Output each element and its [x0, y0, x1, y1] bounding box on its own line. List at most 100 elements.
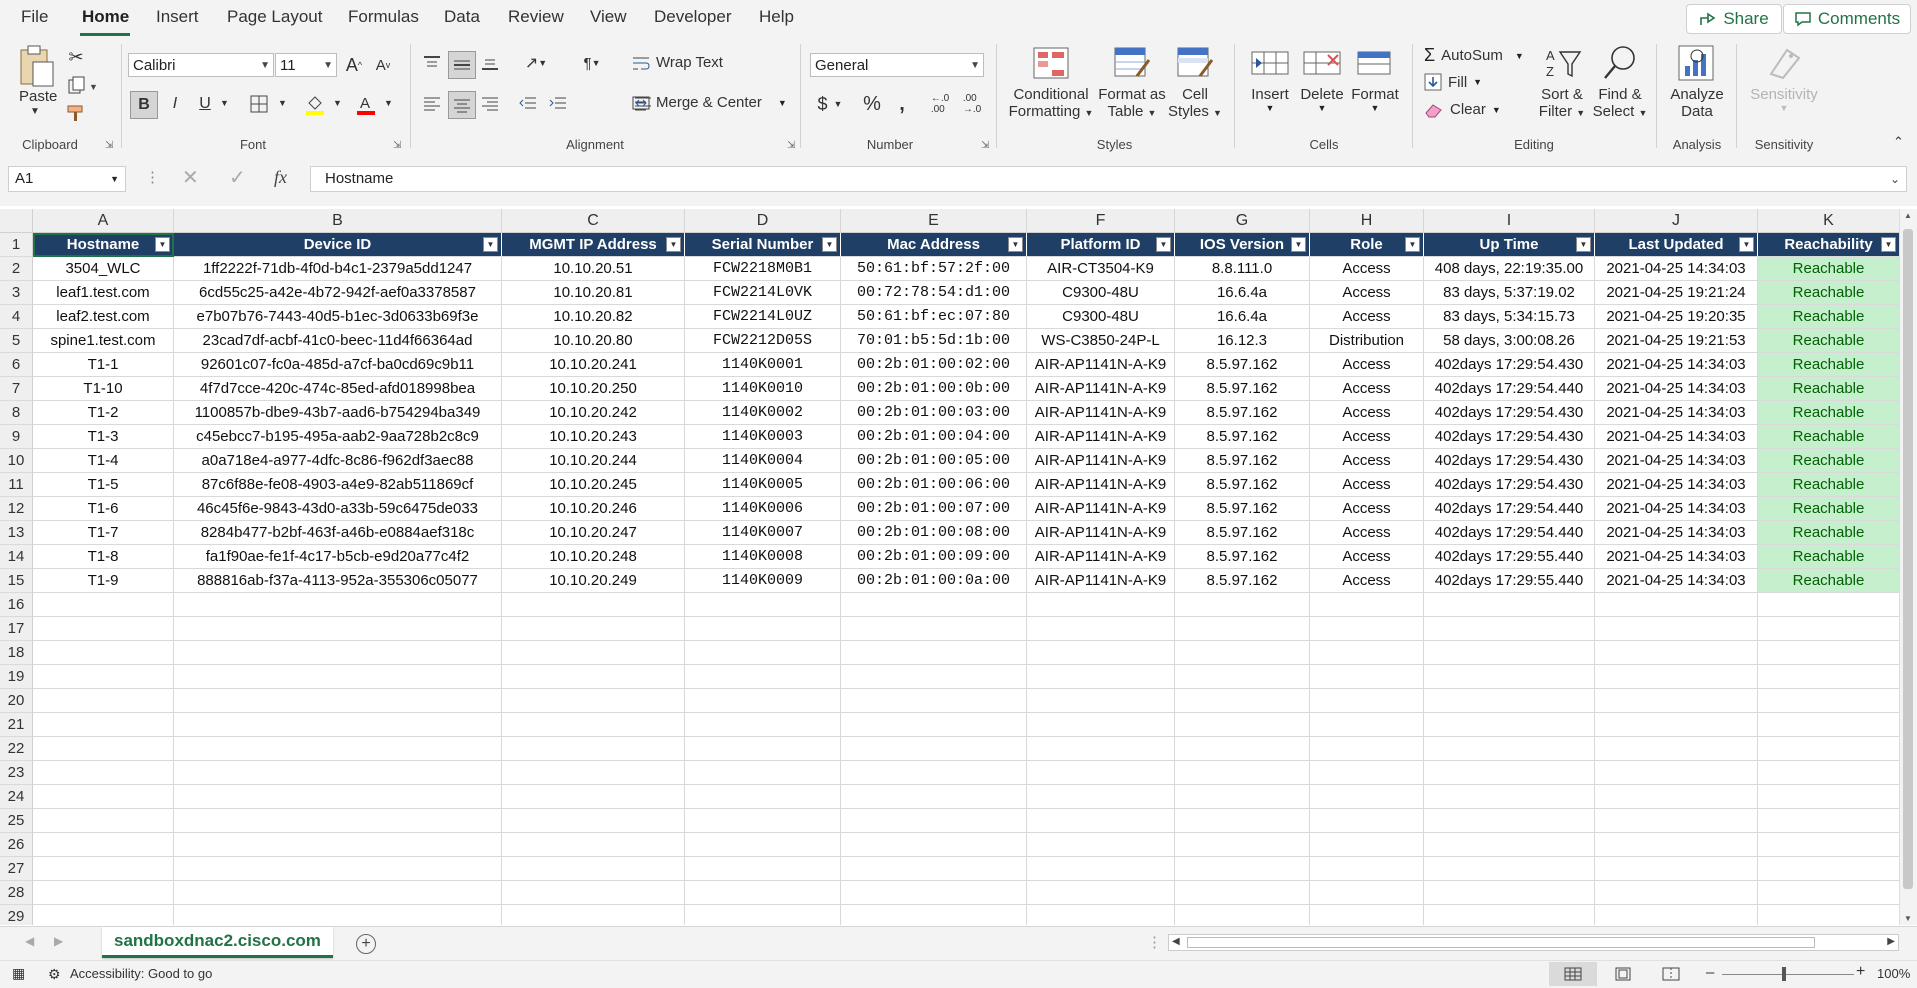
decrease-font-icon[interactable]: Av	[372, 53, 394, 77]
row-header[interactable]: 20	[0, 689, 33, 713]
scroll-tabs-left-icon[interactable]: ◀	[25, 934, 34, 948]
table-cell[interactable]: Reachable	[1758, 497, 1900, 521]
table-cell[interactable]: 2021-04-25 14:34:03	[1595, 569, 1758, 593]
empty-cell[interactable]	[685, 857, 841, 881]
table-cell[interactable]: 402days 17:29:54.440	[1424, 497, 1595, 521]
table-cell[interactable]: 8.5.97.162	[1175, 497, 1310, 521]
number-launcher-icon[interactable]: ⇲	[981, 140, 991, 151]
table-cell[interactable]: 8.5.97.162	[1175, 401, 1310, 425]
comma-style-icon[interactable]: ,	[890, 92, 914, 116]
delete-cells-icon[interactable]	[1302, 46, 1342, 83]
row-header[interactable]: 22	[0, 737, 33, 761]
empty-cell[interactable]	[174, 833, 502, 857]
table-header-cell[interactable]: Device ID ▼	[174, 233, 502, 257]
align-left-icon[interactable]	[420, 91, 444, 115]
column-header[interactable]: E	[841, 209, 1027, 233]
table-cell[interactable]: 87c6f88e-fe08-4903-a4e9-82ab511869cf	[174, 473, 502, 497]
table-cell[interactable]: 1140K0003	[685, 425, 841, 449]
empty-cell[interactable]	[1595, 881, 1758, 905]
table-cell[interactable]: 1140K0008	[685, 545, 841, 569]
table-cell[interactable]: T1-3	[33, 425, 174, 449]
table-cell[interactable]: AIR-AP1141N-A-K9	[1027, 353, 1175, 377]
tab-home[interactable]: Home	[82, 7, 129, 27]
table-cell[interactable]: 1140K0007	[685, 521, 841, 545]
fill-color-icon[interactable]	[302, 91, 328, 117]
table-cell[interactable]: 2021-04-25 19:20:35	[1595, 305, 1758, 329]
table-cell[interactable]: FCW2214L0VK	[685, 281, 841, 305]
wrap-text-button[interactable]: Wrap Text	[632, 54, 723, 71]
font-name-dropdown[interactable]: Calibri ▼	[128, 53, 274, 77]
table-cell[interactable]: Access	[1310, 521, 1424, 545]
table-cell[interactable]: 50:61:bf:ec:07:80	[841, 305, 1027, 329]
empty-cell[interactable]	[174, 857, 502, 881]
empty-cell[interactable]	[33, 809, 174, 833]
empty-cell[interactable]	[33, 833, 174, 857]
table-cell[interactable]: leaf2.test.com	[33, 305, 174, 329]
page-break-view-icon[interactable]	[1662, 967, 1680, 981]
row-header[interactable]: 25	[0, 809, 33, 833]
find-select-icon[interactable]	[1601, 44, 1641, 83]
table-cell[interactable]: 8.5.97.162	[1175, 449, 1310, 473]
empty-cell[interactable]	[1424, 761, 1595, 785]
empty-cell[interactable]	[1424, 737, 1595, 761]
table-cell[interactable]: 8.5.97.162	[1175, 353, 1310, 377]
empty-cell[interactable]	[1595, 641, 1758, 665]
zoom-level[interactable]: 100%	[1877, 966, 1910, 981]
table-cell[interactable]: 402days 17:29:55.440	[1424, 545, 1595, 569]
table-header-cell[interactable]: Last Updated ▼	[1595, 233, 1758, 257]
empty-cell[interactable]	[33, 617, 174, 641]
empty-cell[interactable]	[841, 641, 1027, 665]
table-cell[interactable]: 3504_WLC	[33, 257, 174, 281]
table-cell[interactable]: 10.10.20.51	[502, 257, 685, 281]
alignment-launcher-icon[interactable]: ⇲	[787, 140, 797, 151]
empty-cell[interactable]	[685, 785, 841, 809]
increase-font-icon[interactable]: A ^	[343, 53, 365, 77]
name-box[interactable]: A1 ▼	[8, 166, 126, 192]
empty-cell[interactable]	[1758, 761, 1900, 785]
empty-cell[interactable]	[1027, 617, 1175, 641]
table-header-cell[interactable]: Mac Address ▼	[841, 233, 1027, 257]
merge-center-button[interactable]: Merge & Center ▼	[632, 94, 787, 111]
table-cell[interactable]: 00:2b:01:00:02:00	[841, 353, 1027, 377]
table-cell[interactable]: Reachable	[1758, 401, 1900, 425]
table-cell[interactable]: FCW2212D05S	[685, 329, 841, 353]
row-header[interactable]: 10	[0, 449, 33, 473]
table-cell[interactable]: 1100857b-dbe9-43b7-aad6-b754294ba349	[174, 401, 502, 425]
accessibility-status[interactable]: Accessibility: Good to go	[70, 966, 212, 981]
paste-button[interactable]	[17, 44, 57, 93]
row-header[interactable]: 12	[0, 497, 33, 521]
table-cell[interactable]: 402days 17:29:54.440	[1424, 377, 1595, 401]
row-header[interactable]: 15	[0, 569, 33, 593]
empty-cell[interactable]	[1595, 833, 1758, 857]
table-cell[interactable]: 10.10.20.248	[502, 545, 685, 569]
empty-cell[interactable]	[1027, 905, 1175, 925]
formula-input[interactable]: Hostname ⌄	[310, 166, 1907, 192]
empty-cell[interactable]	[33, 713, 174, 737]
expand-formula-bar-icon[interactable]: ⌄	[1890, 167, 1900, 191]
table-cell[interactable]: 1140K0001	[685, 353, 841, 377]
empty-cell[interactable]	[841, 833, 1027, 857]
empty-cell[interactable]	[1310, 641, 1424, 665]
table-cell[interactable]: 1ff2222f-71db-4f0d-b4c1-2379a5dd1247	[174, 257, 502, 281]
table-cell[interactable]: T1-6	[33, 497, 174, 521]
empty-cell[interactable]	[1027, 641, 1175, 665]
vertical-scroll-thumb[interactable]	[1903, 229, 1913, 889]
empty-cell[interactable]	[1424, 641, 1595, 665]
empty-cell[interactable]	[1758, 689, 1900, 713]
table-cell[interactable]: T1-10	[33, 377, 174, 401]
table-cell[interactable]: 10.10.20.249	[502, 569, 685, 593]
fill-button[interactable]: Fill ▼	[1424, 73, 1482, 91]
table-header-cell[interactable]: Serial Number ▼	[685, 233, 841, 257]
row-header[interactable]: 7	[0, 377, 33, 401]
empty-cell[interactable]	[1595, 617, 1758, 641]
empty-cell[interactable]	[1175, 641, 1310, 665]
table-cell[interactable]: AIR-AP1141N-A-K9	[1027, 449, 1175, 473]
table-cell[interactable]: 00:2b:01:00:09:00	[841, 545, 1027, 569]
table-cell[interactable]: 8.5.97.162	[1175, 545, 1310, 569]
column-header[interactable]: J	[1595, 209, 1758, 233]
row-header[interactable]: 21	[0, 713, 33, 737]
empty-cell[interactable]	[33, 665, 174, 689]
empty-cell[interactable]	[174, 641, 502, 665]
empty-cell[interactable]	[1595, 713, 1758, 737]
empty-cell[interactable]	[1027, 737, 1175, 761]
